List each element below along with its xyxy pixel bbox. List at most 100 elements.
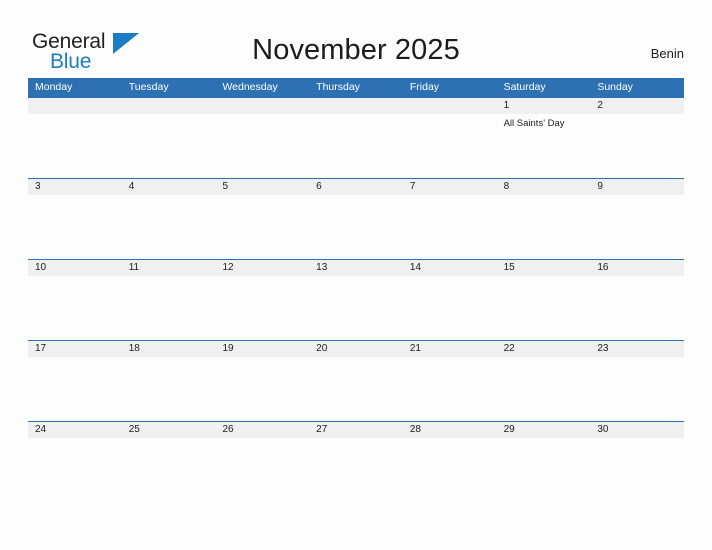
day-cell[interactable]: 30: [590, 422, 684, 438]
day-number: 13: [316, 262, 328, 273]
day-cell[interactable]: 29: [497, 422, 591, 438]
day-cell[interactable]: 4: [122, 179, 216, 195]
day-events[interactable]: [497, 438, 591, 502]
day-events[interactable]: [590, 357, 684, 421]
day-cell[interactable]: 18: [122, 341, 216, 357]
day-events[interactable]: [28, 114, 122, 178]
day-events[interactable]: [122, 438, 216, 502]
day-cell[interactable]: 26: [215, 422, 309, 438]
day-events[interactable]: [28, 357, 122, 421]
day-number: 14: [409, 262, 421, 273]
day-cell[interactable]: [122, 98, 216, 114]
day-events[interactable]: [215, 195, 309, 259]
day-cell[interactable]: 20: [309, 341, 403, 357]
day-events[interactable]: [590, 114, 684, 178]
day-events[interactable]: [215, 357, 309, 421]
week-event-band: [28, 357, 684, 421]
day-number: 18: [128, 343, 140, 354]
day-events[interactable]: [122, 357, 216, 421]
week-event-band: [28, 438, 684, 502]
day-cell[interactable]: 15: [497, 260, 591, 276]
day-events[interactable]: [215, 438, 309, 502]
day-number: 26: [222, 424, 234, 435]
day-events[interactable]: [403, 114, 497, 178]
day-events[interactable]: [28, 438, 122, 502]
day-events[interactable]: [497, 195, 591, 259]
day-number: 17: [35, 343, 47, 354]
day-events[interactable]: [28, 195, 122, 259]
day-events[interactable]: [122, 114, 216, 178]
weekday-monday: Monday: [35, 81, 73, 93]
day-cell[interactable]: 8: [497, 179, 591, 195]
day-number: 9: [597, 181, 603, 192]
day-cell[interactable]: 5: [215, 179, 309, 195]
day-cell[interactable]: 1: [497, 98, 591, 114]
day-cell[interactable]: 7: [403, 179, 497, 195]
day-events[interactable]: [497, 276, 591, 340]
day-events[interactable]: All Saints' Day: [497, 114, 591, 178]
day-events[interactable]: [403, 357, 497, 421]
day-events[interactable]: [309, 438, 403, 502]
day-events[interactable]: [215, 114, 309, 178]
day-number: 21: [409, 343, 421, 354]
day-events[interactable]: [497, 357, 591, 421]
day-cell[interactable]: 9: [590, 179, 684, 195]
day-cell[interactable]: [28, 98, 122, 114]
day-cell[interactable]: 3: [28, 179, 122, 195]
day-cell[interactable]: 14: [403, 260, 497, 276]
day-cell[interactable]: 17: [28, 341, 122, 357]
day-events[interactable]: [122, 276, 216, 340]
day-cell[interactable]: 25: [122, 422, 216, 438]
calendar-grid: Monday Tuesday Wednesday Thursday Friday…: [28, 78, 684, 502]
day-events[interactable]: [403, 276, 497, 340]
day-cell[interactable]: 21: [403, 341, 497, 357]
weekday-thursday: Thursday: [316, 81, 360, 93]
weekday-saturday: Saturday: [503, 81, 546, 93]
day-cell[interactable]: 6: [309, 179, 403, 195]
day-cell[interactable]: 27: [309, 422, 403, 438]
day-events[interactable]: [309, 114, 403, 178]
day-number: 16: [597, 262, 609, 273]
calendar-page: General Blue November 2025 Benin Monday …: [0, 0, 712, 550]
day-events[interactable]: [590, 276, 684, 340]
week-date-band: 17 18 19 20 21 22 23: [28, 341, 684, 357]
day-number: 28: [409, 424, 421, 435]
week-event-band: [28, 195, 684, 259]
country-label: Benin: [650, 46, 684, 61]
day-events[interactable]: [403, 195, 497, 259]
day-cell[interactable]: 11: [122, 260, 216, 276]
day-events[interactable]: [309, 195, 403, 259]
day-cell[interactable]: 23: [590, 341, 684, 357]
day-cell[interactable]: 24: [28, 422, 122, 438]
day-cell[interactable]: 16: [590, 260, 684, 276]
day-events[interactable]: [590, 438, 684, 502]
day-events[interactable]: [122, 195, 216, 259]
day-cell[interactable]: [309, 98, 403, 114]
day-cell[interactable]: 13: [309, 260, 403, 276]
day-cell[interactable]: 28: [403, 422, 497, 438]
day-cell[interactable]: 22: [497, 341, 591, 357]
day-events[interactable]: [403, 438, 497, 502]
day-cell[interactable]: [403, 98, 497, 114]
day-events[interactable]: [590, 195, 684, 259]
calendar-week-row: 17 18 19 20 21 22 23: [28, 340, 684, 421]
day-cell[interactable]: 19: [215, 341, 309, 357]
week-date-band: 10 11 12 13 14 15 16: [28, 260, 684, 276]
day-cell[interactable]: 12: [215, 260, 309, 276]
day-events[interactable]: [28, 276, 122, 340]
weekday-header-row: Monday Tuesday Wednesday Thursday Friday…: [28, 78, 684, 97]
day-cell[interactable]: [215, 98, 309, 114]
day-number: 22: [503, 343, 515, 354]
day-cell[interactable]: 2: [590, 98, 684, 114]
page-header: General Blue November 2025 Benin: [0, 0, 712, 76]
day-events[interactable]: [309, 357, 403, 421]
day-events[interactable]: [215, 276, 309, 340]
day-number: 6: [316, 181, 322, 192]
day-number: 19: [222, 343, 234, 354]
day-cell[interactable]: 10: [28, 260, 122, 276]
day-number: 10: [35, 262, 47, 273]
calendar-week-row: 3 4 5 6 7 8 9: [28, 178, 684, 259]
day-events[interactable]: [309, 276, 403, 340]
day-number: 12: [222, 262, 234, 273]
day-number: 24: [35, 424, 47, 435]
